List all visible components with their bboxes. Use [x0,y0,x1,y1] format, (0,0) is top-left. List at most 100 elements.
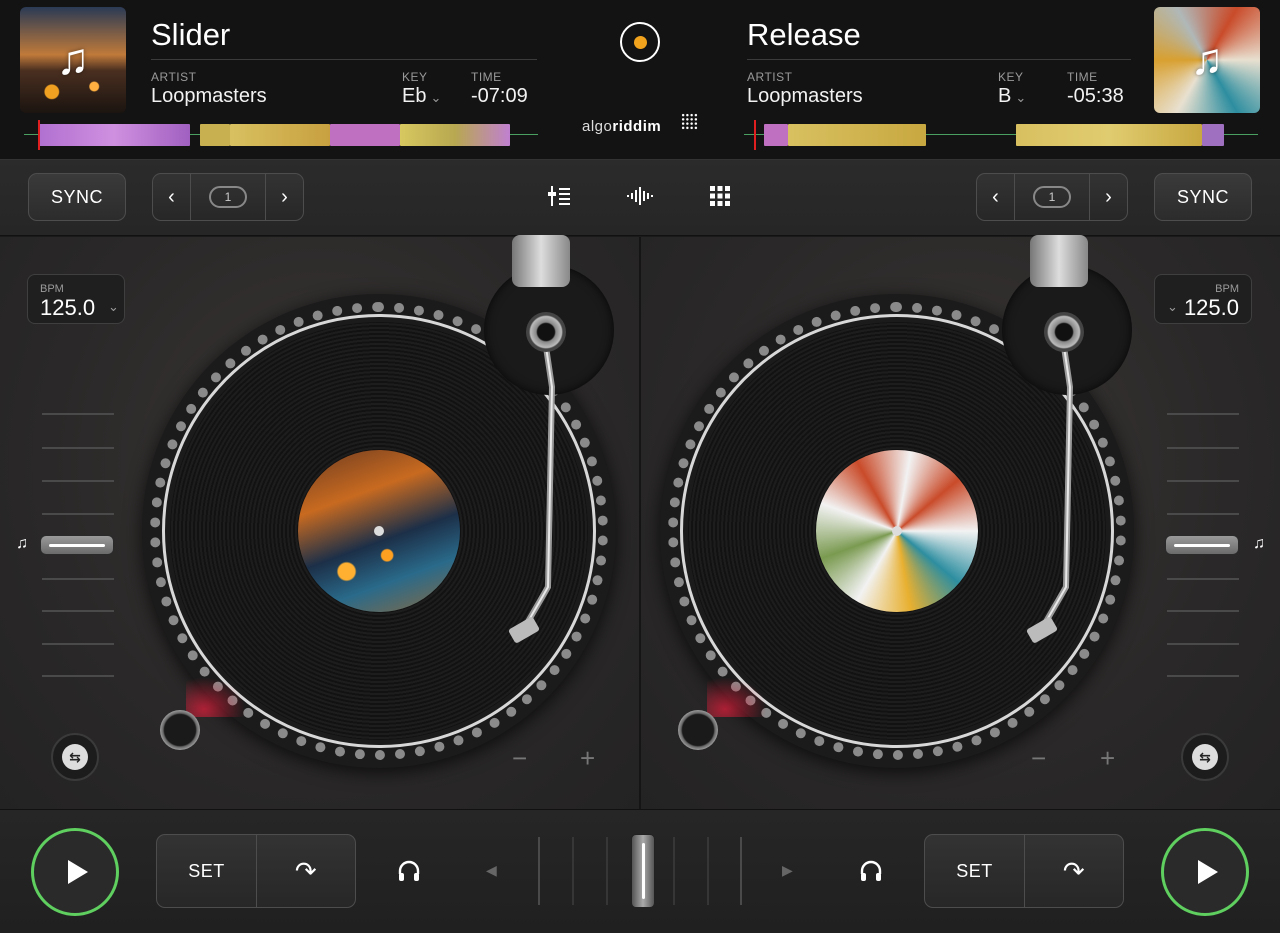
deck-a-title-divider [151,59,537,60]
deck-b-start-stop-knob[interactable] [678,710,718,750]
deck-a-pitch-slider[interactable] [40,535,114,555]
deck-a-tonearm[interactable] [470,237,590,677]
deck-a-cue-jump-button[interactable]: ↷ [256,835,355,907]
deck-a-pitch-minus-button[interactable]: − [512,743,527,774]
loop-icon: 1 [1033,186,1071,208]
deck-b-playhead [754,120,756,150]
pitch-tick [42,513,114,515]
chevron-down-icon: ⌄ [1167,299,1178,314]
deck-b-play-button[interactable] [1161,828,1249,916]
red-light-glow [707,677,767,717]
deck-b-time-label: TIME [1067,70,1098,84]
waveform-view-icon[interactable] [626,182,654,210]
counterweight [1030,235,1088,287]
deck-a-loop-next-button[interactable]: › [266,174,303,220]
deck-b-tonearm[interactable] [988,237,1108,677]
record-button[interactable] [620,22,660,62]
deck-a-bpm-box[interactable]: BPM 125.0 ⌄ [27,274,125,324]
deck-a-loop-prev-button[interactable]: ‹ [153,174,190,220]
deck-b-cue-jump-button[interactable]: ↷ [1024,835,1123,907]
deck-b-pitch-plus-button[interactable]: + [1100,743,1115,774]
top-header: ♫ Slider ARTIST Loopmasters KEY Eb ⌄ TIME… [0,0,1280,160]
spindle [892,526,902,536]
deck-b-pitch-slider[interactable] [1165,535,1239,555]
deck-a-sync-button[interactable]: SYNC [28,173,126,221]
deck-a-waveform[interactable] [24,120,538,150]
music-note-icon: ♫ [1253,535,1265,552]
deck-a-set-cue-button[interactable]: SET [157,835,256,907]
waveform-section [38,124,190,146]
crossfader-tick [673,837,675,905]
deck-a-playhead [38,120,40,150]
deck-a-key-value: Eb [402,85,427,107]
deck-a-loop-button[interactable]: 1 [190,174,266,220]
deck-b-fx-knob[interactable]: ⇆ [1181,733,1229,781]
crossfader-tick [572,837,574,905]
deck-b-sync-button[interactable]: SYNC [1154,173,1252,221]
crossfader-thumb[interactable] [631,834,655,908]
deck-a-headphones-icon[interactable] [395,857,423,885]
deck-b-artist: Loopmasters [747,85,863,107]
deck-a-cue-group: SET ↷ [156,834,356,908]
chevron-down-icon: ⌄ [430,90,442,105]
deck-b-headphones-icon[interactable] [857,857,885,885]
waveform-section [1016,124,1202,146]
pitch-tick [42,610,114,612]
deck-b-title-divider [747,59,1131,60]
logo-grid-icon [681,113,698,130]
pitch-tick [42,447,114,449]
crossfader-tick [740,837,742,905]
waveform-icon [627,187,653,205]
deck-a-key[interactable]: Eb ⌄ [402,85,441,108]
pitch-tick [1167,643,1239,645]
pitch-tick [42,643,114,645]
deck-b-loop-prev-button[interactable]: ‹ [977,174,1014,220]
fx-toggle-icon: ⇆ [62,744,88,770]
crossfader-tick [707,837,709,905]
deck-b-set-cue-button[interactable]: SET [925,835,1024,907]
headphones-svg [398,860,420,881]
deck-b: ⌄ BPM 125.0 ♫ ⇆ − + [641,235,1280,809]
loop-icon: 1 [209,186,247,208]
deck-b-bpm-value: 125.0 [1183,295,1239,320]
deck-b-bpm-box[interactable]: ⌄ BPM 125.0 [1154,274,1252,324]
mixer-icon[interactable] [546,182,574,210]
deck-a-key-label: KEY [402,70,428,84]
chevron-down-icon: ⌄ [1015,90,1027,105]
crossfader-right-arrow-icon[interactable]: ▶ [782,862,793,879]
deck-b-loop-next-button[interactable]: › [1090,174,1127,220]
logo-bold: riddim [612,118,662,135]
deck-b-track-title: Release [747,17,861,52]
deck-b-key[interactable]: B ⌄ [998,85,1026,108]
tonearm-pivot [1044,312,1084,352]
deck-a-time-label: TIME [471,70,502,84]
deck-b-loop-button[interactable]: 1 [1014,174,1090,220]
pitch-tick [1167,447,1239,449]
waveform-section [330,124,400,146]
logo-prefix: algo [582,118,613,135]
deck-b-key-value: B [998,85,1012,107]
deck-a-play-button[interactable] [31,828,119,916]
pitch-tick [1167,513,1239,515]
pitch-tick [42,578,114,580]
deck-b-pitch-minus-button[interactable]: − [1031,743,1046,774]
pads-grid-icon[interactable] [706,182,734,210]
pitch-tick [1167,480,1239,482]
crossfader-left-arrow-icon[interactable]: ◀ [486,862,497,879]
pitch-tick [42,413,114,415]
grid-icon [710,186,730,206]
deck-a-start-stop-knob[interactable] [160,710,200,750]
deck-a-pitch-plus-button[interactable]: + [580,743,595,774]
cue-jump-icon: ↷ [294,855,318,886]
deck-a-loop-control: ‹ 1 › [152,173,304,221]
deck-a: BPM 125.0 ⌄ ♫ ⇆ − + [0,235,639,809]
deck-a-artist-label: ARTIST [151,70,197,84]
waveform-section [788,124,926,146]
deck-b-loop-count: 1 [1048,190,1056,204]
play-icon [67,860,88,884]
deck-b-album-art[interactable]: ♫ [1154,7,1260,113]
cue-jump-icon: ↷ [1062,855,1086,886]
deck-a-album-art[interactable]: ♫ [20,7,126,113]
deck-b-waveform[interactable] [744,120,1258,150]
deck-a-fx-knob[interactable]: ⇆ [51,733,99,781]
